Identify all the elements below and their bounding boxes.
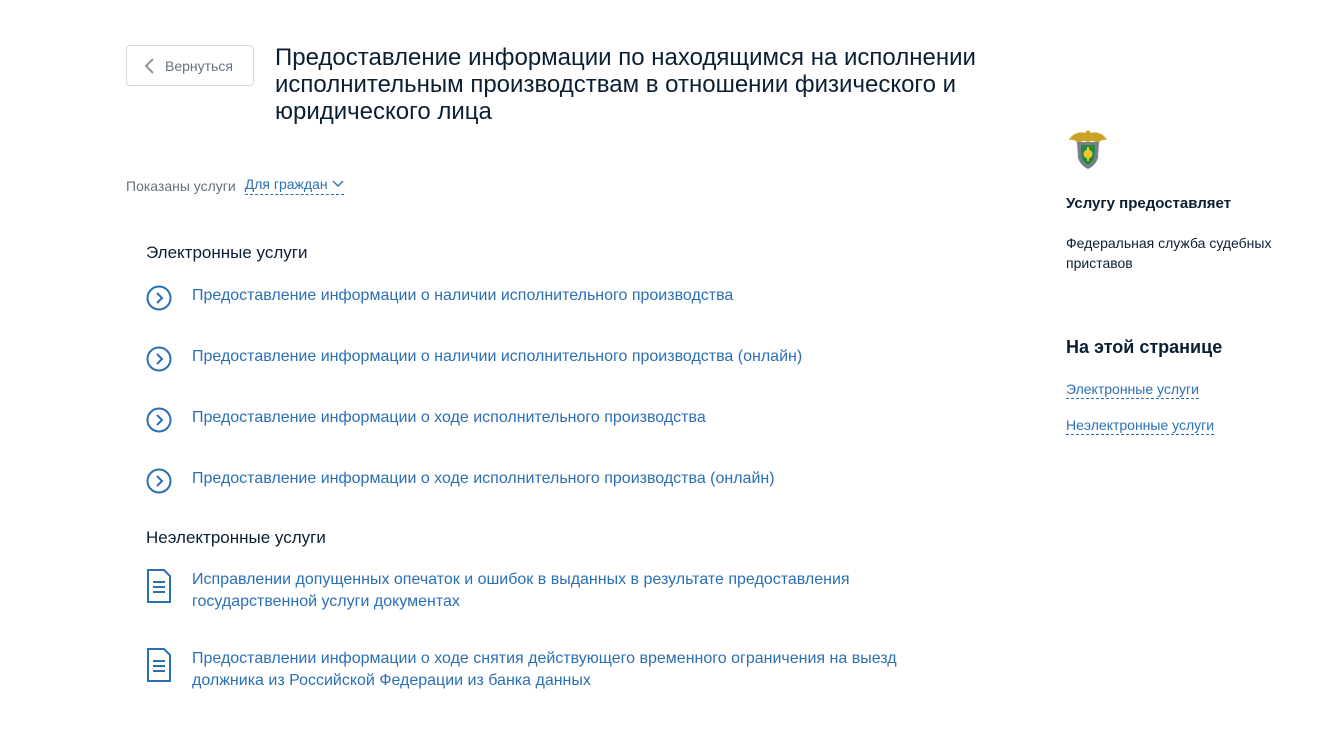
electronic-service-title: Предоставление информации о ходе исполни… xyxy=(192,470,775,487)
fssp-emblem-icon xyxy=(1069,130,1107,169)
audience-filter-dropdown[interactable]: Для граждан xyxy=(244,176,344,195)
non-electronic-service-title: Предоставлении информации о ходе снятия … xyxy=(192,650,897,689)
electronic-service-link[interactable]: Предоставление информации о наличии испо… xyxy=(146,285,952,311)
anchor-non-electronic-services[interactable]: Неэлектронные услуги xyxy=(1066,417,1215,435)
electronic-service-title: Предоставление информации о наличии испо… xyxy=(192,348,803,365)
page-title: Предоставление информации по находящимся… xyxy=(275,44,976,125)
non-electronic-services-heading: Неэлектронные услуги xyxy=(146,528,326,547)
electronic-service-title: Предоставление информации о ходе исполни… xyxy=(192,409,706,426)
non-electronic-service-link[interactable]: Исправлении допущенных опечаток и ошибок… xyxy=(146,569,952,613)
circle-arrow-right-icon xyxy=(146,407,172,433)
circle-arrow-right-icon xyxy=(146,346,172,372)
document-icon xyxy=(147,569,171,603)
electronic-service-link[interactable]: Предоставление информации о ходе исполни… xyxy=(146,468,952,494)
circle-arrow-right-icon xyxy=(146,285,172,311)
services-filter: Показаны услуги Для граждан xyxy=(126,176,344,195)
electronic-services-heading: Электронные услуги xyxy=(146,243,308,262)
back-button[interactable]: Вернуться xyxy=(126,45,254,86)
filter-lead-text: Показаны услуги xyxy=(126,177,236,194)
audience-filter-value: Для граждан xyxy=(244,176,328,192)
document-icon xyxy=(147,648,171,682)
electronic-service-link[interactable]: Предоставление информации о ходе исполни… xyxy=(146,407,952,433)
provider-heading: Услугу предоставляет xyxy=(1066,195,1232,212)
non-electronic-service-title: Исправлении допущенных опечаток и ошибок… xyxy=(192,571,850,610)
electronic-service-title: Предоставление информации о наличии испо… xyxy=(192,287,734,304)
provider-name: Федеральная служба судебных приставов xyxy=(1066,235,1272,271)
chevron-down-icon xyxy=(332,180,344,187)
circle-arrow-right-icon xyxy=(146,468,172,494)
back-button-label: Вернуться xyxy=(165,57,233,74)
chevron-left-icon xyxy=(144,57,154,74)
electronic-service-link[interactable]: Предоставление информации о наличии испо… xyxy=(146,346,952,372)
anchor-electronic-services[interactable]: Электронные услуги xyxy=(1066,381,1199,399)
on-page-heading: На этой странице xyxy=(1066,337,1223,357)
non-electronic-service-link[interactable]: Предоставлении информации о ходе снятия … xyxy=(146,648,952,692)
